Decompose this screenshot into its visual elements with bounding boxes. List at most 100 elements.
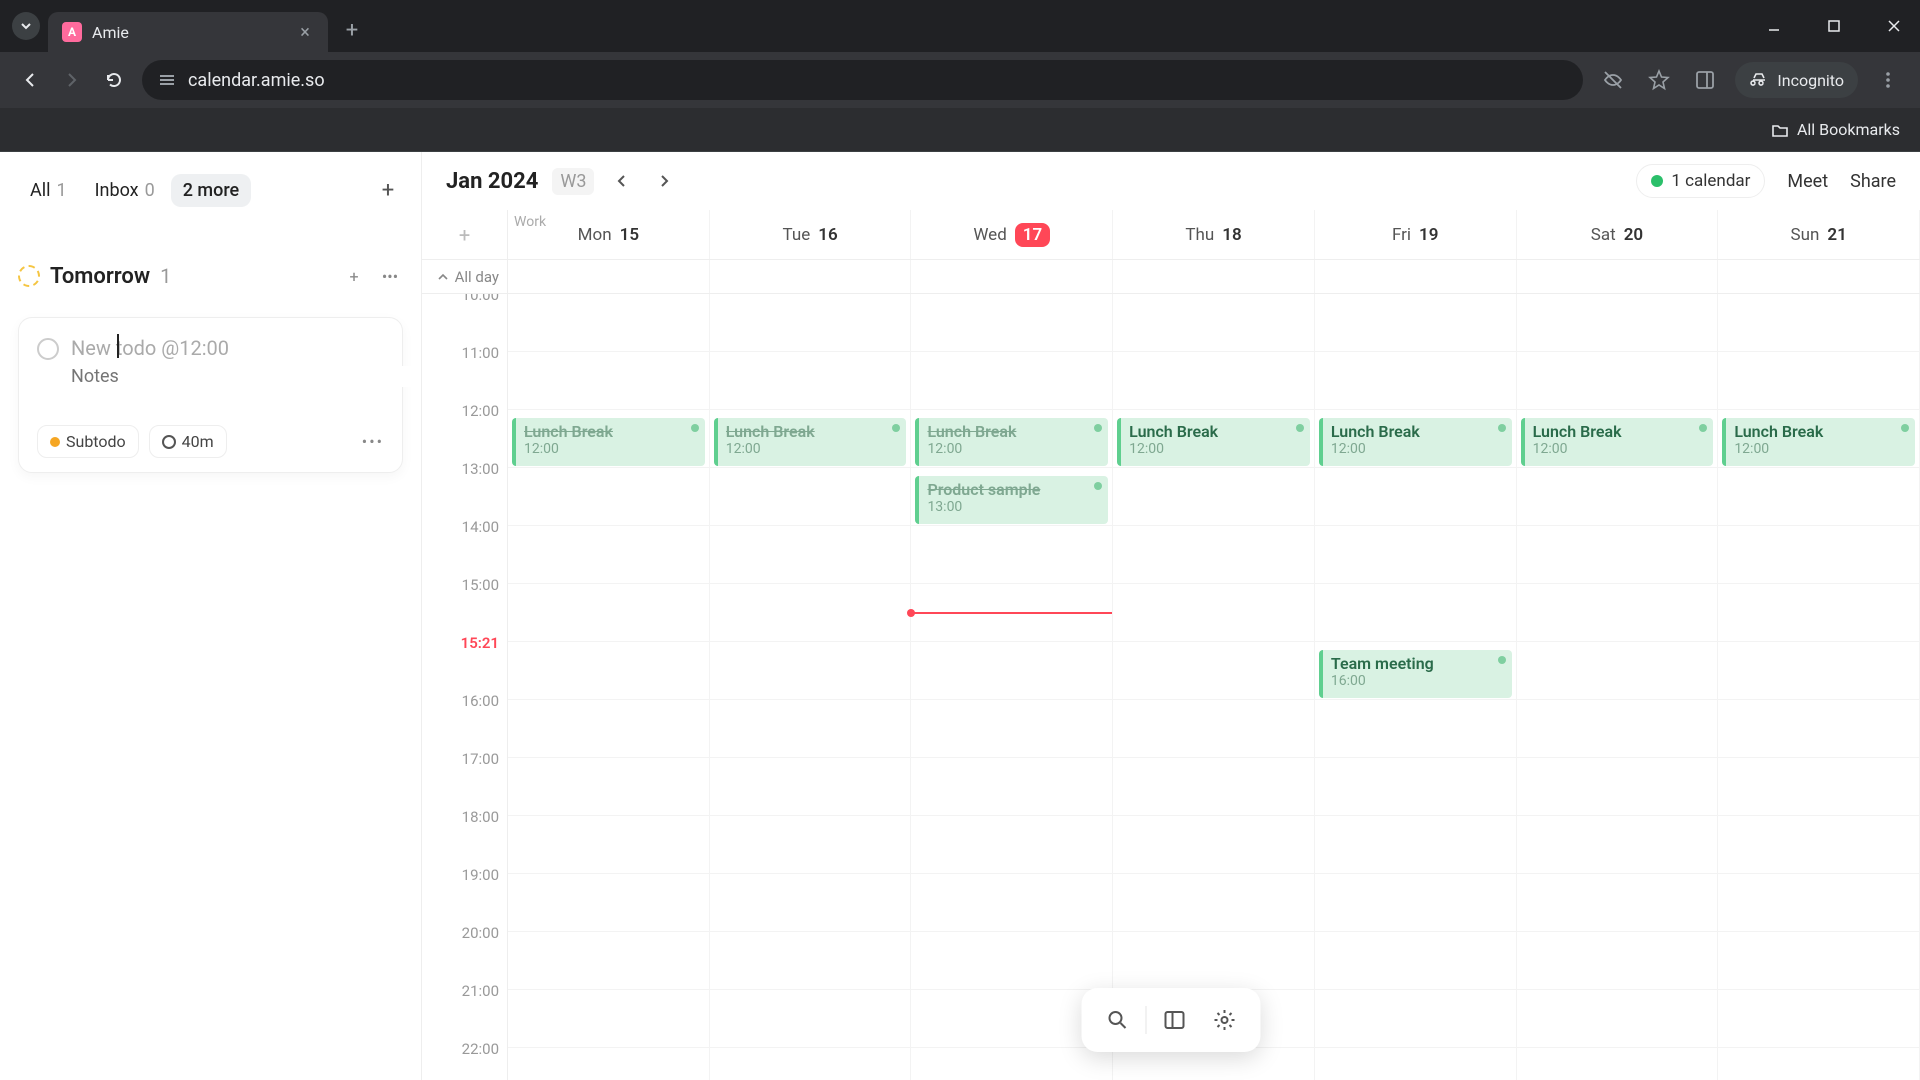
bookmarks-bar: All Bookmarks (0, 108, 1920, 152)
sidebar-tab-all[interactable]: All 1 (18, 174, 79, 207)
text-cursor (117, 334, 119, 358)
bookmarks-label: All Bookmarks (1797, 120, 1900, 139)
day-column-sun[interactable]: Lunch Break12:00 (1718, 294, 1920, 1080)
back-button[interactable] (16, 66, 44, 94)
browser-tab[interactable]: A Amie × (48, 12, 328, 52)
incognito-badge[interactable]: Incognito (1735, 62, 1858, 98)
duration-chip[interactable]: 40m (149, 425, 227, 458)
event-dot-icon (691, 424, 699, 432)
url-text: calendar.amie.so (188, 70, 325, 91)
incognito-label: Incognito (1777, 71, 1844, 90)
allday-cell[interactable] (508, 260, 710, 293)
next-week-button[interactable] (650, 167, 678, 195)
day-header-fri[interactable]: Fri 19 (1315, 210, 1517, 259)
day-column-thu[interactable]: Lunch Break12:00 (1113, 294, 1315, 1080)
tab-strip: A Amie × + (0, 0, 1920, 52)
event-lunch[interactable]: Lunch Break12:00 (1319, 418, 1512, 466)
new-tab-button[interactable]: + (336, 14, 368, 46)
sidepanel-icon[interactable] (1689, 64, 1721, 96)
minimize-button[interactable] (1756, 8, 1792, 44)
floating-toolbar (1082, 988, 1261, 1052)
day-header-row: + Work Mon 15 Tue 16 Wed 17 Thu 18 Fri 1… (422, 210, 1920, 260)
event-dot-icon (1094, 482, 1102, 490)
event-team-meeting[interactable]: Team meeting16:00 (1319, 650, 1512, 698)
incognito-icon (1749, 70, 1769, 90)
event-lunch[interactable]: Lunch Break12:00 (714, 418, 907, 466)
event-dot-icon (1498, 656, 1506, 664)
kebab-menu-icon[interactable] (1872, 64, 1904, 96)
sidebar-tab-more[interactable]: 2 more (171, 174, 251, 207)
day-column-tue[interactable]: Lunch Break12:00 (710, 294, 912, 1080)
day-header-thu[interactable]: Thu 18 (1113, 210, 1315, 259)
event-dot-icon (1498, 424, 1506, 432)
allday-cell[interactable] (1315, 260, 1517, 293)
calendar-header: Jan 2024 W3 1 calendar Meet Share (422, 152, 1920, 210)
layout-button[interactable] (1153, 998, 1197, 1042)
maximize-button[interactable] (1816, 8, 1852, 44)
sidebar: All 1 Inbox 0 2 more + Tomorrow 1 + ••• (0, 152, 422, 1080)
eye-off-icon[interactable] (1597, 64, 1629, 96)
status-dot-icon (1651, 175, 1663, 187)
clock-icon (162, 435, 176, 449)
event-lunch[interactable]: Lunch Break12:00 (1117, 418, 1310, 466)
day-header-mon[interactable]: Work Mon 15 (508, 210, 710, 259)
day-header-sun[interactable]: Sun 21 (1718, 210, 1920, 259)
event-lunch[interactable]: Lunch Break12:00 (1722, 418, 1915, 466)
sidebar-tab-inbox[interactable]: Inbox 0 (83, 174, 167, 207)
add-calendar-row-button[interactable]: + (459, 223, 470, 247)
day-column-wed[interactable]: Lunch Break12:00 Product sample13:00 (911, 294, 1113, 1080)
calendar-count-chip[interactable]: 1 calendar (1636, 164, 1765, 198)
address-bar[interactable]: calendar.amie.so (142, 60, 1583, 100)
site-settings-icon[interactable] (158, 71, 176, 89)
prev-week-button[interactable] (608, 167, 636, 195)
bookmark-star-icon[interactable] (1643, 64, 1675, 96)
section-title: Tomorrow (50, 264, 150, 289)
sidebar-section-tomorrow: Tomorrow 1 + ••• (18, 263, 403, 289)
section-count: 1 (160, 264, 171, 288)
allday-cell[interactable] (911, 260, 1113, 293)
day-column-mon[interactable]: Lunch Break12:00 (508, 294, 710, 1080)
todo-more-button[interactable]: ••• (362, 432, 384, 451)
event-lunch[interactable]: Lunch Break12:00 (915, 418, 1108, 466)
meet-button[interactable]: Meet (1787, 171, 1828, 192)
event-lunch[interactable]: Lunch Break12:00 (512, 418, 705, 466)
day-column-fri[interactable]: Lunch Break12:00 Team meeting16:00 (1315, 294, 1517, 1080)
tab-title: Amie (92, 23, 286, 42)
settings-button[interactable] (1203, 998, 1247, 1042)
search-button[interactable] (1096, 998, 1140, 1042)
all-bookmarks-button[interactable]: All Bookmarks (1771, 120, 1900, 139)
todo-checkbox[interactable] (37, 338, 59, 360)
sidebar-add-button[interactable]: + (373, 176, 403, 206)
day-header-tue[interactable]: Tue 16 (710, 210, 912, 259)
event-dot-icon (1901, 424, 1909, 432)
allday-cell[interactable] (1718, 260, 1920, 293)
allday-cell[interactable] (1113, 260, 1315, 293)
day-header-wed[interactable]: Wed 17 (911, 210, 1113, 259)
subtodo-dot-icon (50, 437, 60, 447)
close-window-button[interactable] (1876, 8, 1912, 44)
section-more-button[interactable]: ••• (377, 263, 403, 289)
todo-notes-input[interactable] (71, 366, 418, 387)
allday-label: All day (455, 268, 499, 286)
week-badge: W3 (552, 168, 594, 195)
collapse-icon[interactable] (437, 271, 449, 283)
day-header-sat[interactable]: Sat 20 (1517, 210, 1719, 259)
allday-row: All day (422, 260, 1920, 294)
event-lunch[interactable]: Lunch Break12:00 (1521, 418, 1714, 466)
now-indicator (911, 612, 1112, 614)
allday-cell[interactable] (1517, 260, 1719, 293)
subtodo-chip[interactable]: Subtodo (37, 425, 139, 458)
reload-button[interactable] (100, 66, 128, 94)
favicon: A (62, 22, 82, 42)
calendar-title: Jan 2024 (446, 169, 538, 194)
calendar: Jan 2024 W3 1 calendar Meet Share + Work… (422, 152, 1920, 1080)
section-add-button[interactable]: + (341, 263, 367, 289)
day-column-sat[interactable]: Lunch Break12:00 (1517, 294, 1719, 1080)
allday-cell[interactable] (710, 260, 912, 293)
close-tab-button[interactable]: × (296, 23, 314, 41)
forward-button[interactable] (58, 66, 86, 94)
todo-card: Subtodo 40m ••• (18, 317, 403, 473)
event-product-sample[interactable]: Product sample13:00 (915, 476, 1108, 524)
tab-search-button[interactable] (12, 12, 40, 40)
share-button[interactable]: Share (1850, 171, 1896, 192)
